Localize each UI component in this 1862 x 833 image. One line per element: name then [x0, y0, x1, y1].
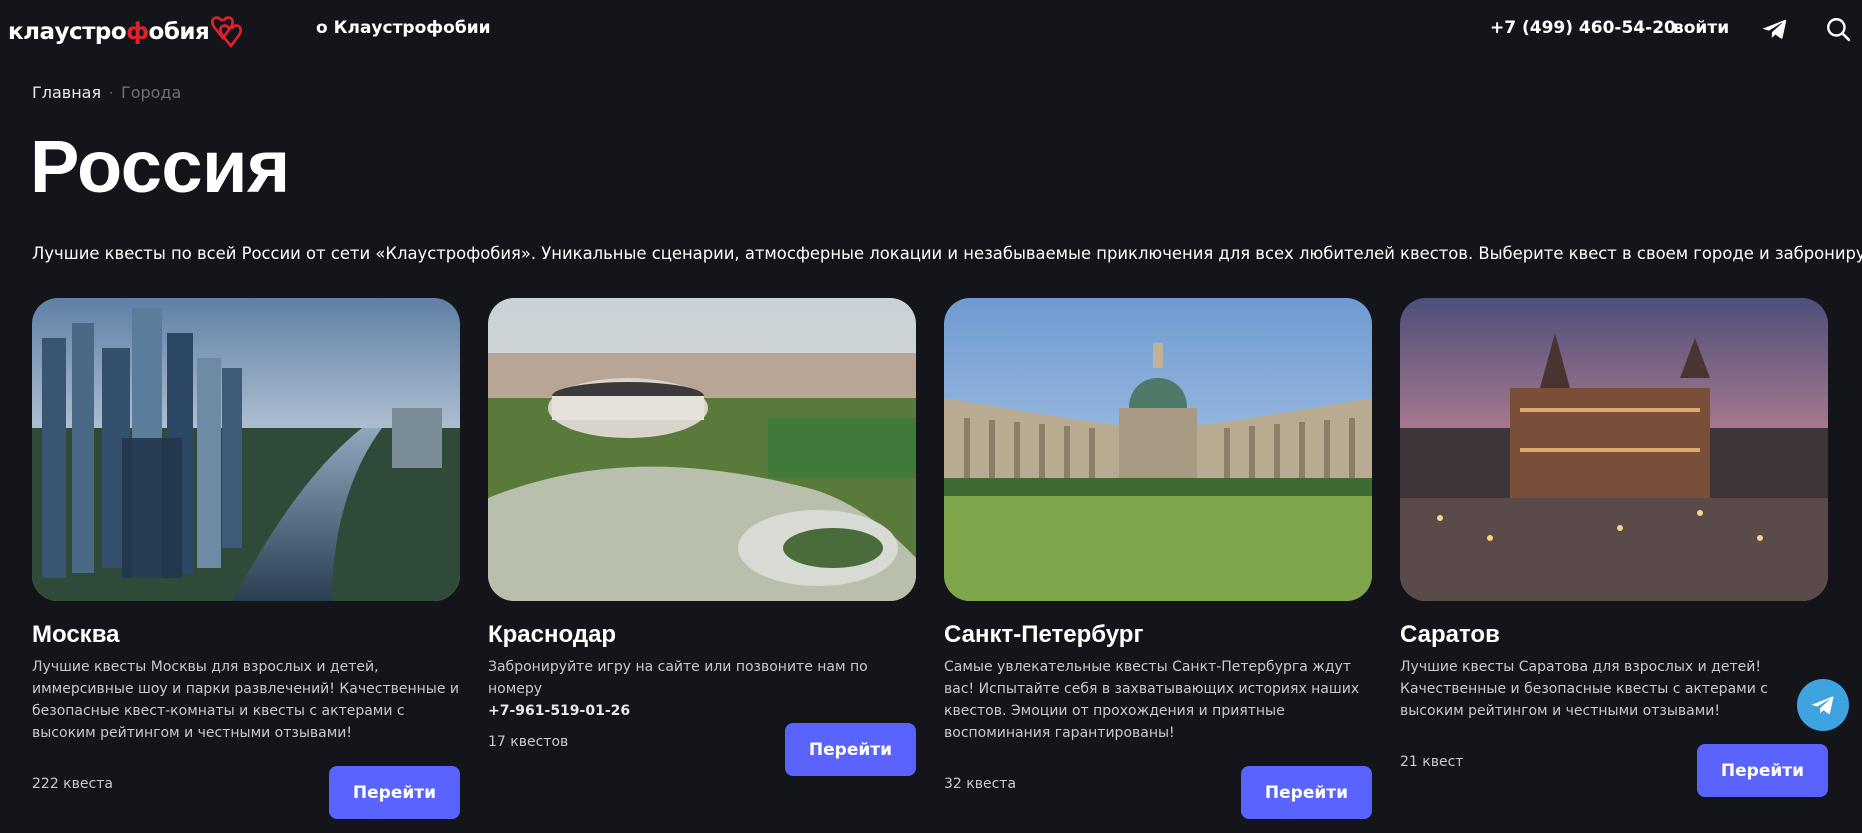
city-card-moscow: Москва Лучшие квесты Москвы для взрослых…	[32, 298, 460, 828]
hearts-icon	[211, 16, 243, 49]
search-icon[interactable]	[1825, 16, 1851, 42]
page-title: Россия	[30, 125, 290, 208]
city-description: Лучшие квесты Москвы для взрослых и дете…	[32, 659, 459, 741]
site-header: клаустрофобия о Клаустрофобии +7 (499) 4…	[0, 0, 1862, 56]
quest-count: 17 квестов	[488, 734, 569, 750]
city-image-saratov[interactable]	[1400, 298, 1828, 601]
telegram-icon[interactable]	[1762, 16, 1788, 42]
breadcrumb: Главная · Города	[32, 83, 181, 102]
logo[interactable]: клаустрофобия	[8, 12, 245, 52]
city-image-spb[interactable]	[944, 298, 1372, 601]
page-intro: Лучшие квесты по всей России от сети «Кл…	[32, 244, 1862, 263]
breadcrumb-separator: ·	[109, 85, 113, 100]
breadcrumb-home[interactable]: Главная	[32, 83, 101, 102]
floating-telegram-button[interactable]	[1797, 679, 1849, 731]
quest-count: 21 квест	[1400, 754, 1464, 770]
quest-count: 32 квеста	[944, 776, 1017, 792]
quest-count: 222 квеста	[32, 776, 113, 792]
city-card-saratov: Саратов Лучшие квесты Саратова для взрос…	[1400, 298, 1828, 828]
logo-text: клаустрофобия	[8, 19, 210, 45]
city-title: Москва	[32, 621, 120, 648]
go-button-krasnodar[interactable]: Перейти	[785, 723, 916, 776]
city-title: Санкт-Петербург	[944, 621, 1144, 648]
city-phone[interactable]: +7-961-519-01-26	[488, 703, 630, 719]
breadcrumb-current: Города	[120, 83, 182, 102]
go-button-saratov[interactable]: Перейти	[1697, 744, 1828, 797]
city-title: Краснодар	[488, 621, 617, 648]
city-title: Саратов	[1400, 621, 1500, 648]
city-image-krasnodar[interactable]	[488, 298, 916, 601]
go-button-moscow[interactable]: Перейти	[329, 766, 460, 819]
login-link[interactable]: войти	[1673, 18, 1729, 38]
telegram-icon	[1811, 696, 1834, 714]
city-card-spb: Санкт-Петербург Самые увлекательные квес…	[944, 298, 1372, 828]
city-description: Самые увлекательные квесты Санкт-Петербу…	[944, 659, 1360, 741]
city-description-text: Забронируйте игру на сайте или позвоните…	[488, 659, 868, 697]
phone-link[interactable]: +7 (499) 460-54-20	[1490, 18, 1676, 38]
city-image-moscow[interactable]	[32, 298, 460, 601]
city-description: Лучшие квесты Саратова для взрослых и де…	[1400, 659, 1768, 719]
city-description: Забронируйте игру на сайте или позвоните…	[488, 656, 916, 722]
go-button-spb[interactable]: Перейти	[1241, 766, 1372, 819]
city-card-krasnodar: Краснодар Забронируйте игру на сайте или…	[488, 298, 916, 828]
nav-about-link[interactable]: о Клаустрофобии	[316, 18, 491, 38]
